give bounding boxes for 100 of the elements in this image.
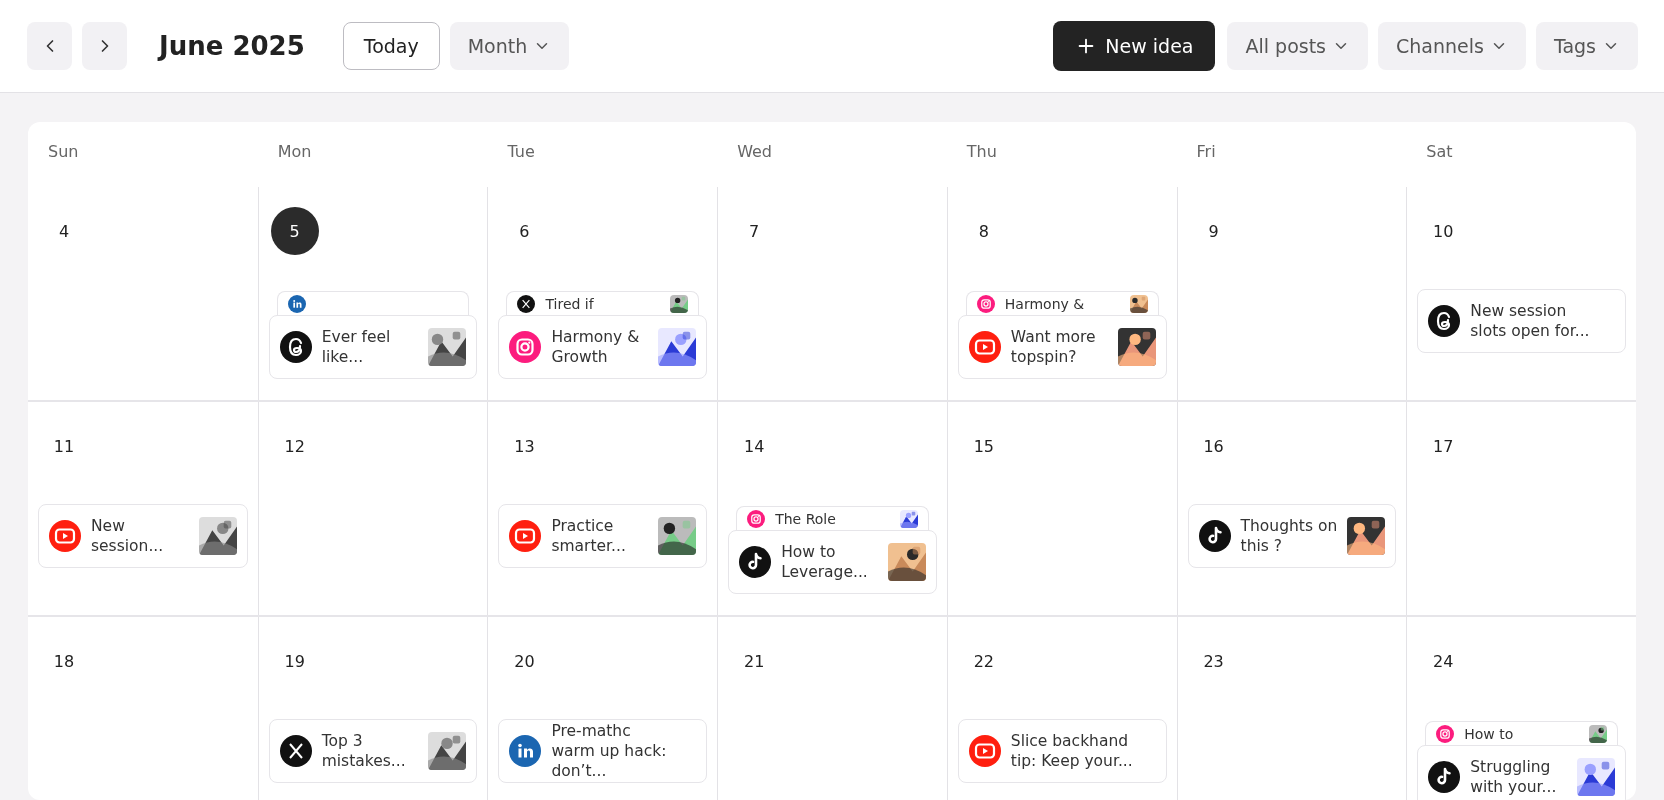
play-icon bbox=[509, 520, 542, 552]
post-title: Tired if bbox=[545, 294, 595, 313]
weekday-label: Mon bbox=[276, 141, 313, 163]
post-card[interactable]: How to bbox=[1425, 721, 1618, 745]
weekday-label: Sun bbox=[47, 141, 80, 163]
post-title: Practice smarter... bbox=[551, 516, 627, 556]
date-number: 16 bbox=[1202, 435, 1225, 458]
x-icon bbox=[279, 735, 312, 767]
day-cell[interactable]: 7 bbox=[717, 187, 947, 400]
date-number: 18 bbox=[52, 650, 76, 673]
post-card[interactable]: How to Leverage... bbox=[728, 530, 937, 594]
post-title: How to bbox=[1464, 724, 1515, 743]
date-number: 6 bbox=[518, 220, 531, 243]
threads-icon bbox=[279, 331, 312, 363]
date-number: 14 bbox=[742, 435, 766, 458]
date-number: 19 bbox=[283, 650, 306, 673]
filter-dropdown[interactable]: Tags bbox=[1535, 22, 1638, 70]
post-card[interactable]: New session slots open for... bbox=[1417, 289, 1626, 353]
day-cell[interactable]: 24 How to Struggling with your... bbox=[1406, 617, 1636, 800]
date-number: 22 bbox=[972, 650, 995, 673]
threads-icon bbox=[1428, 305, 1461, 337]
camera-icon bbox=[509, 331, 542, 363]
linkedin-icon bbox=[509, 735, 542, 767]
day-cell[interactable]: 17 bbox=[1406, 402, 1636, 615]
date-number: 24 bbox=[1432, 650, 1455, 673]
filter-dropdown[interactable]: All posts bbox=[1227, 22, 1368, 70]
day-cell[interactable]: 12 bbox=[257, 402, 488, 615]
date-number: 5 bbox=[270, 207, 319, 255]
month-title: June 2025 bbox=[159, 31, 305, 61]
post-title: New session... bbox=[91, 516, 165, 556]
linkedin-icon bbox=[287, 294, 306, 313]
day-cell[interactable]: 8 Harmony & Want more topspin? bbox=[946, 187, 1177, 400]
day-cell[interactable]: 9 bbox=[1176, 187, 1407, 400]
date-number: 23 bbox=[1202, 650, 1225, 673]
post-card[interactable]: Ever feel like... bbox=[268, 315, 478, 379]
date-number: 13 bbox=[513, 435, 536, 458]
day-cell[interactable]: 11 New session... bbox=[28, 402, 258, 615]
day-cell[interactable]: 18 bbox=[28, 617, 258, 800]
day-cell[interactable]: 22 Slice backhand tip: Keep your... bbox=[946, 617, 1177, 800]
post-card[interactable]: Top 3 mistakes... bbox=[268, 719, 478, 783]
weekday-label: Tue bbox=[506, 141, 536, 163]
play-icon bbox=[968, 735, 1001, 767]
date-number: 11 bbox=[52, 435, 76, 458]
today-button[interactable]: Today bbox=[342, 22, 440, 70]
filter-dropdown[interactable]: Channels bbox=[1378, 22, 1526, 70]
day-cell[interactable]: 20 Pre-mathc warm up hack: don’t... bbox=[487, 617, 718, 800]
x-icon bbox=[517, 294, 536, 313]
post-card[interactable]: Harmony & Growth bbox=[498, 315, 708, 379]
date-number: 10 bbox=[1432, 220, 1455, 243]
day-cell[interactable]: 6 Tired if Harmony & Growth bbox=[487, 187, 718, 400]
post-card[interactable]: Practice smarter... bbox=[498, 504, 708, 568]
post-card[interactable]: Want more topspin? bbox=[957, 315, 1167, 379]
post-title: Want more topspin? bbox=[1010, 327, 1097, 367]
weekday-label: Sat bbox=[1425, 141, 1454, 163]
date-number: 20 bbox=[513, 650, 536, 673]
post-title: Ever feel like... bbox=[321, 327, 392, 367]
post-card[interactable]: Thoughts on this ? bbox=[1187, 504, 1397, 568]
camera-icon bbox=[976, 294, 995, 313]
post-title: Pre-mathc warm up hack: don’t... bbox=[551, 721, 668, 781]
view-dropdown[interactable]: Month bbox=[449, 22, 570, 70]
next-button[interactable] bbox=[82, 22, 127, 70]
day-cell[interactable]: 21 bbox=[717, 617, 947, 800]
post-title: How to Leverage... bbox=[781, 542, 869, 582]
new-idea-button[interactable]: New idea bbox=[1053, 21, 1216, 71]
post-title: Harmony & bbox=[1004, 294, 1086, 313]
play-icon bbox=[968, 331, 1001, 363]
post-card[interactable]: Tired if bbox=[506, 291, 700, 315]
date-number: 8 bbox=[977, 220, 990, 243]
day-cell[interactable]: 23 bbox=[1176, 617, 1407, 800]
date-number: 4 bbox=[57, 220, 71, 243]
date-number: 9 bbox=[1207, 220, 1220, 243]
day-cell[interactable]: 4 bbox=[28, 187, 258, 400]
post-title: Thoughts on this ? bbox=[1240, 516, 1338, 556]
post-card[interactable] bbox=[276, 291, 470, 315]
post-card[interactable]: Harmony & bbox=[965, 291, 1159, 315]
post-card[interactable]: New session... bbox=[38, 504, 248, 568]
weekday-label: Thu bbox=[965, 141, 998, 163]
date-number: 21 bbox=[742, 650, 766, 673]
post-title: Harmony & Growth bbox=[551, 327, 641, 367]
weekday-label: Fri bbox=[1195, 141, 1217, 163]
day-cell[interactable]: 19 Top 3 mistakes... bbox=[257, 617, 488, 800]
day-cell[interactable]: 10 New session slots open for... bbox=[1406, 187, 1636, 400]
previous-button[interactable] bbox=[27, 22, 72, 70]
post-title: New session slots open for... bbox=[1470, 301, 1591, 341]
post-card[interactable]: Slice backhand tip: Keep your... bbox=[957, 719, 1167, 783]
post-card[interactable]: Struggling with your... bbox=[1417, 745, 1626, 800]
day-cell[interactable]: 14 The Role How to Leverage... bbox=[717, 402, 947, 615]
post-card[interactable]: The Role bbox=[736, 506, 929, 530]
post-title: Struggling with your... bbox=[1470, 757, 1558, 797]
day-cell[interactable]: 13 Practice smarter... bbox=[487, 402, 718, 615]
note-icon bbox=[1198, 520, 1231, 552]
post-title: Top 3 mistakes... bbox=[321, 731, 407, 771]
weekday-label: Wed bbox=[736, 141, 774, 163]
post-card[interactable]: Pre-mathc warm up hack: don’t... bbox=[498, 719, 708, 783]
camera-icon bbox=[1436, 724, 1455, 743]
day-cell[interactable]: 5 Ever feel like... bbox=[257, 187, 488, 400]
play-icon bbox=[49, 520, 81, 552]
day-cell[interactable]: 16 Thoughts on this ? bbox=[1176, 402, 1407, 615]
date-number: 7 bbox=[748, 220, 761, 243]
day-cell[interactable]: 15 bbox=[946, 402, 1177, 615]
